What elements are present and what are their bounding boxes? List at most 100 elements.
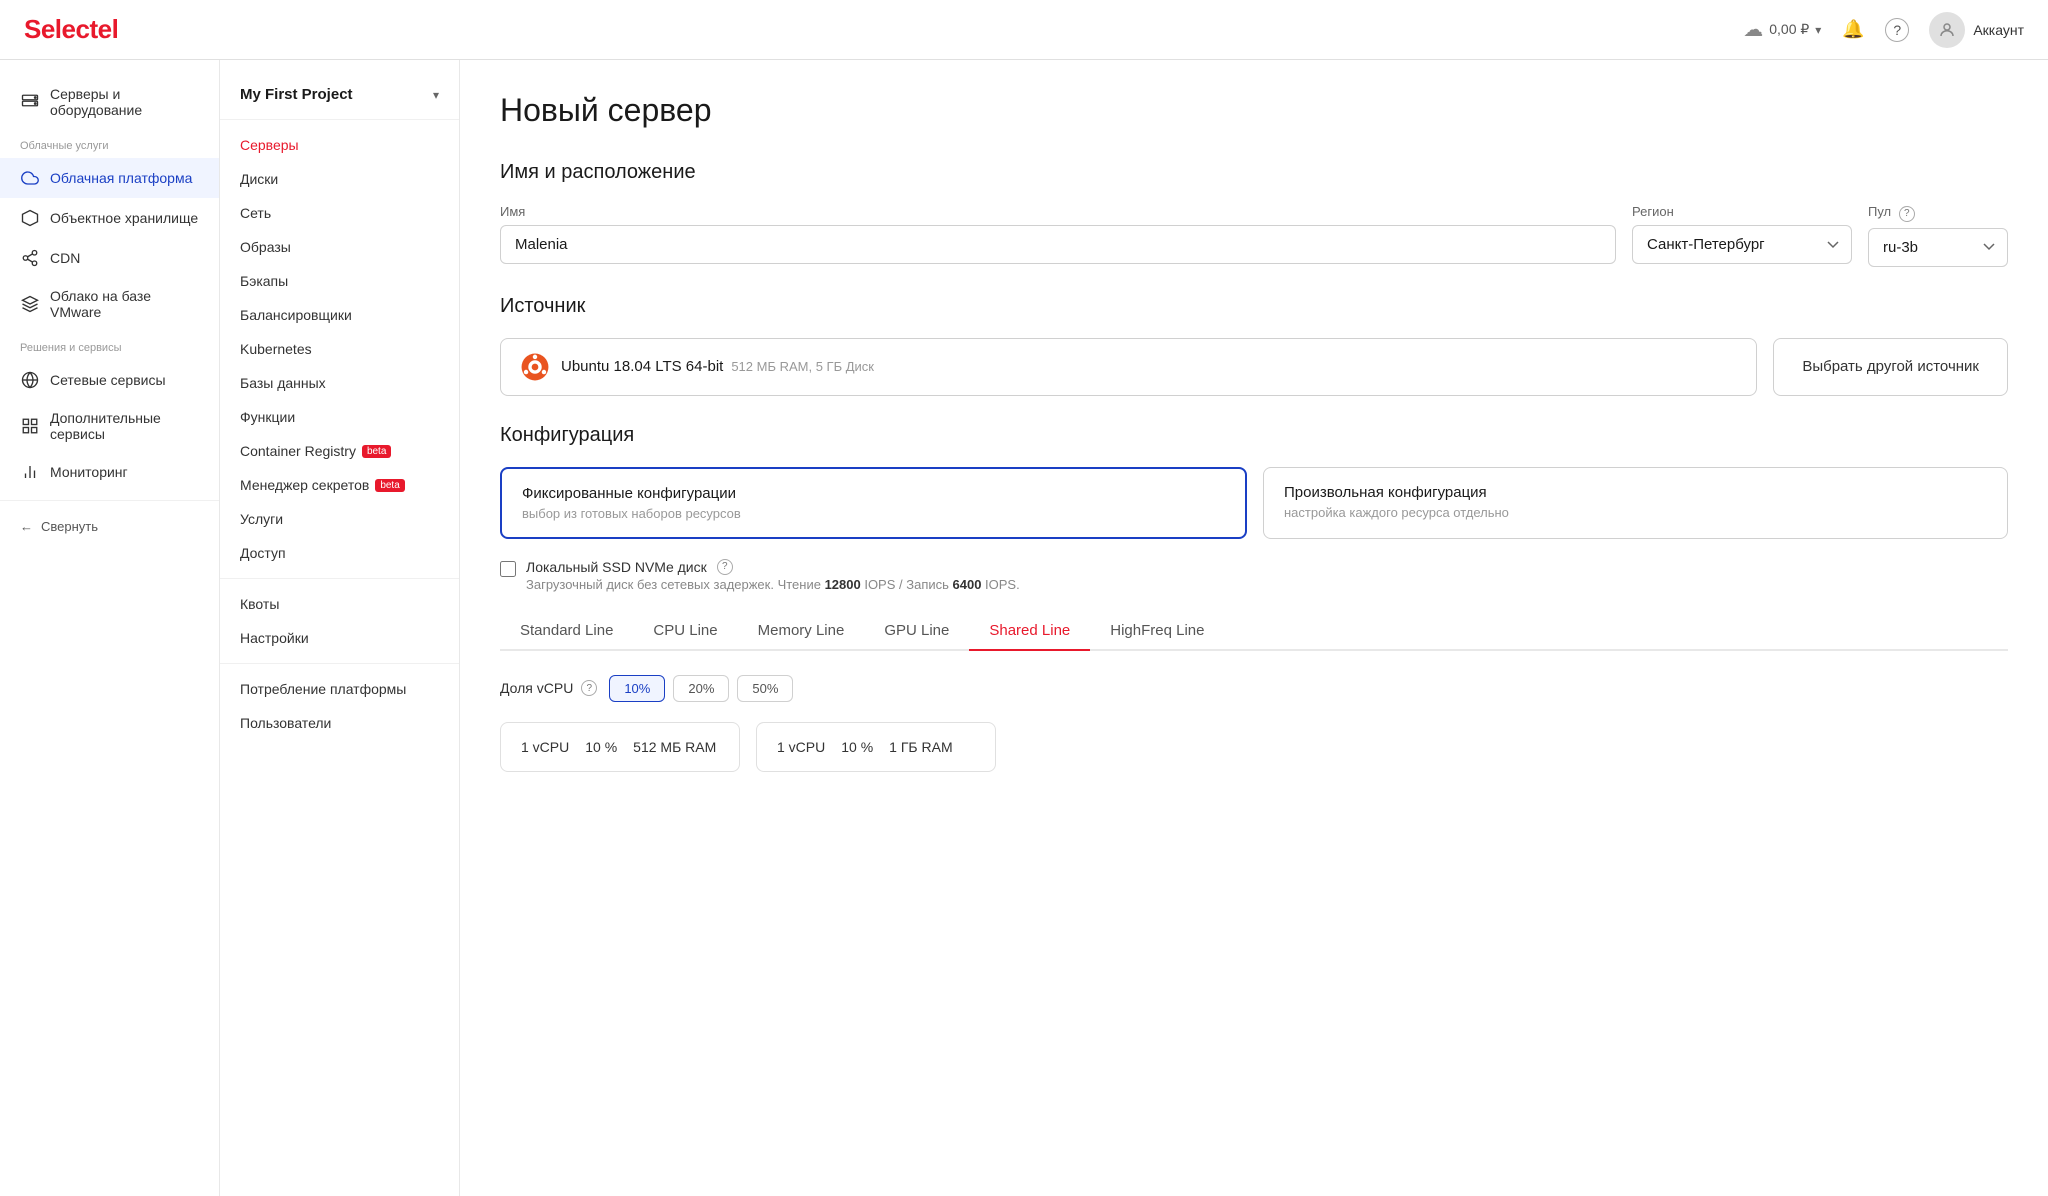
- nav-item-services[interactable]: Услуги: [220, 502, 459, 536]
- nav-label-images: Образы: [240, 239, 291, 255]
- header: Selectel ☁ 0,00 ₽ ▾ 🔔 ? Аккаунт: [0, 0, 2048, 60]
- sidebar-label-object-storage: Объектное хранилище: [50, 210, 198, 226]
- source-section-title: Источник: [500, 295, 2008, 318]
- nav-label-access: Доступ: [240, 545, 286, 561]
- cloud-icon: ☁: [1743, 17, 1763, 42]
- collapse-sidebar-button[interactable]: ← Свернуть: [0, 509, 219, 544]
- nav-item-platform-usage[interactable]: Потребление платформы: [220, 672, 459, 706]
- config-custom-desc: настройка каждого ресурса отдельно: [1284, 505, 1987, 520]
- sidebar-label-extra-services: Дополнительные сервисы: [50, 410, 199, 442]
- account-section[interactable]: Аккаунт: [1929, 12, 2024, 48]
- config-fixed-desc: выбор из готовых наборов ресурсов: [522, 506, 1225, 521]
- name-field-group: Имя: [500, 204, 1616, 267]
- pool-info-icon[interactable]: ?: [1899, 206, 1915, 222]
- nav-item-access[interactable]: Доступ: [220, 536, 459, 570]
- balance-display[interactable]: ☁ 0,00 ₽ ▾: [1743, 17, 1821, 42]
- nav-label-container-registry: Container Registry: [240, 443, 356, 459]
- balance-value: 0,00 ₽: [1769, 21, 1809, 38]
- region-select-wrapper: Санкт-Петербург Москва: [1632, 225, 1852, 264]
- nav-item-functions[interactable]: Функции: [220, 400, 459, 434]
- name-input[interactable]: [500, 225, 1616, 264]
- nav-item-databases[interactable]: Базы данных: [220, 366, 459, 400]
- tab-memory[interactable]: Memory Line: [738, 612, 865, 651]
- local-ssd-checkbox[interactable]: [500, 561, 516, 577]
- config-card-fixed[interactable]: Фиксированные конфигурации выбор из гото…: [500, 467, 1247, 539]
- tab-cpu[interactable]: CPU Line: [633, 612, 737, 651]
- sidebar-item-servers-hardware[interactable]: Серверы и оборудование: [0, 76, 219, 128]
- bar-chart-icon: [20, 462, 40, 482]
- server-card-0[interactable]: 1 vCPU 10 % 512 МБ RAM: [500, 722, 740, 772]
- source-row: Ubuntu 18.04 LTS 64-bit 512 МБ RAM, 5 ГБ…: [500, 338, 2008, 396]
- logo-highlight: el: [98, 14, 119, 44]
- nav-item-settings[interactable]: Настройки: [220, 621, 459, 655]
- local-ssd-row: Локальный SSD NVMe диск ? Загрузочный ди…: [500, 559, 2008, 592]
- vcpu-label: Доля vCPU ?: [500, 680, 597, 696]
- vcpu-info-icon[interactable]: ?: [581, 680, 597, 696]
- sidebar-item-network-services[interactable]: Сетевые сервисы: [0, 360, 219, 400]
- sidebar-item-cdn[interactable]: CDN: [0, 238, 219, 278]
- source-name: Ubuntu 18.04 LTS 64-bit: [561, 358, 723, 375]
- nav-item-kubernetes[interactable]: Kubernetes: [220, 332, 459, 366]
- nav-label-quotas: Квоты: [240, 596, 279, 612]
- server-card-0-share: 10 %: [585, 739, 617, 755]
- vcpu-row: Доля vCPU ? 10% 20% 50%: [500, 675, 2008, 702]
- local-ssd-info-icon[interactable]: ?: [717, 559, 733, 575]
- config-section-title: Конфигурация: [500, 424, 2008, 447]
- nav-item-disks[interactable]: Диски: [220, 162, 459, 196]
- nav-item-secrets-manager[interactable]: Менеджер секретов beta: [220, 468, 459, 502]
- pool-label: Пул ?: [1868, 204, 2008, 222]
- sidebar-label-cdn: CDN: [50, 250, 80, 266]
- sidebar-item-cloud-platform[interactable]: Облачная платформа: [0, 158, 219, 198]
- server-card-1-ram: 1 ГБ RAM: [889, 739, 952, 755]
- logo-text: Selectel: [24, 14, 118, 45]
- nav-item-backups[interactable]: Бэкапы: [220, 264, 459, 298]
- sidebar-label-network-services: Сетевые сервисы: [50, 372, 166, 388]
- nav-label-network: Сеть: [240, 205, 271, 221]
- app-layout: Серверы и оборудование Облачные услуги О…: [0, 0, 2048, 1196]
- sidebar-item-monitoring[interactable]: Мониторинг: [0, 452, 219, 492]
- pool-select[interactable]: ru-3b ru-3a: [1868, 228, 2008, 267]
- sidebar-item-extra-services[interactable]: Дополнительные сервисы: [0, 400, 219, 452]
- nav-item-servers[interactable]: Серверы: [220, 128, 459, 162]
- nav-label-platform-usage: Потребление платформы: [240, 681, 406, 697]
- nav-item-images[interactable]: Образы: [220, 230, 459, 264]
- nav-item-users[interactable]: Пользователи: [220, 706, 459, 740]
- sidebar-item-object-storage[interactable]: Объектное хранилище: [0, 198, 219, 238]
- nav-item-quotas[interactable]: Квоты: [220, 587, 459, 621]
- config-card-custom[interactable]: Произвольная конфигурация настройка кажд…: [1263, 467, 2008, 539]
- source-info: Ubuntu 18.04 LTS 64-bit 512 МБ RAM, 5 ГБ…: [561, 358, 1736, 375]
- cloud-icon: [20, 168, 40, 188]
- source-change-button[interactable]: Выбрать другой источник: [1773, 338, 2008, 396]
- vcpu-option-10[interactable]: 10%: [609, 675, 665, 702]
- nav-label-users: Пользователи: [240, 715, 331, 731]
- secrets-manager-badge: beta: [375, 479, 404, 492]
- nav-item-container-registry[interactable]: Container Registry beta: [220, 434, 459, 468]
- container-registry-badge: beta: [362, 445, 391, 458]
- pool-field-group: Пул ? ru-3b ru-3a: [1868, 204, 2008, 267]
- tab-gpu[interactable]: GPU Line: [864, 612, 969, 651]
- project-selector[interactable]: My First Project ▾: [220, 76, 459, 120]
- notifications-icon[interactable]: 🔔: [1841, 18, 1865, 42]
- vcpu-option-50[interactable]: 50%: [737, 675, 793, 702]
- server-card-0-vcpu: 1 vCPU: [521, 739, 569, 755]
- nav-item-balancers[interactable]: Балансировщики: [220, 298, 459, 332]
- nav-label-disks: Диски: [240, 171, 278, 187]
- config-custom-title: Произвольная конфигурация: [1284, 484, 1987, 501]
- name-location-row: Имя Регион Санкт-Петербург Москва Пул ?: [500, 204, 2008, 267]
- tab-standard[interactable]: Standard Line: [500, 612, 633, 651]
- help-icon[interactable]: ?: [1885, 18, 1909, 42]
- logo[interactable]: Selectel: [24, 14, 118, 45]
- page-title: Новый сервер: [500, 92, 2008, 129]
- vcpu-option-20[interactable]: 20%: [673, 675, 729, 702]
- server-card-1[interactable]: 1 vCPU 10 % 1 ГБ RAM: [756, 722, 996, 772]
- local-ssd-label: Локальный SSD NVMe диск: [526, 559, 707, 575]
- tab-shared[interactable]: Shared Line: [969, 612, 1090, 651]
- nav-item-network[interactable]: Сеть: [220, 196, 459, 230]
- region-select[interactable]: Санкт-Петербург Москва: [1632, 225, 1852, 264]
- region-field-group: Регион Санкт-Петербург Москва: [1632, 204, 1852, 267]
- name-location-section-title: Имя и расположение: [500, 161, 2008, 184]
- tab-highfreq[interactable]: HighFreq Line: [1090, 612, 1224, 651]
- sidebar-item-vmware[interactable]: Облако на базе VMware: [0, 278, 219, 330]
- line-tabs: Standard Line CPU Line Memory Line GPU L…: [500, 612, 2008, 651]
- sidebar-section-solutions: Решения и сервисы: [0, 330, 219, 360]
